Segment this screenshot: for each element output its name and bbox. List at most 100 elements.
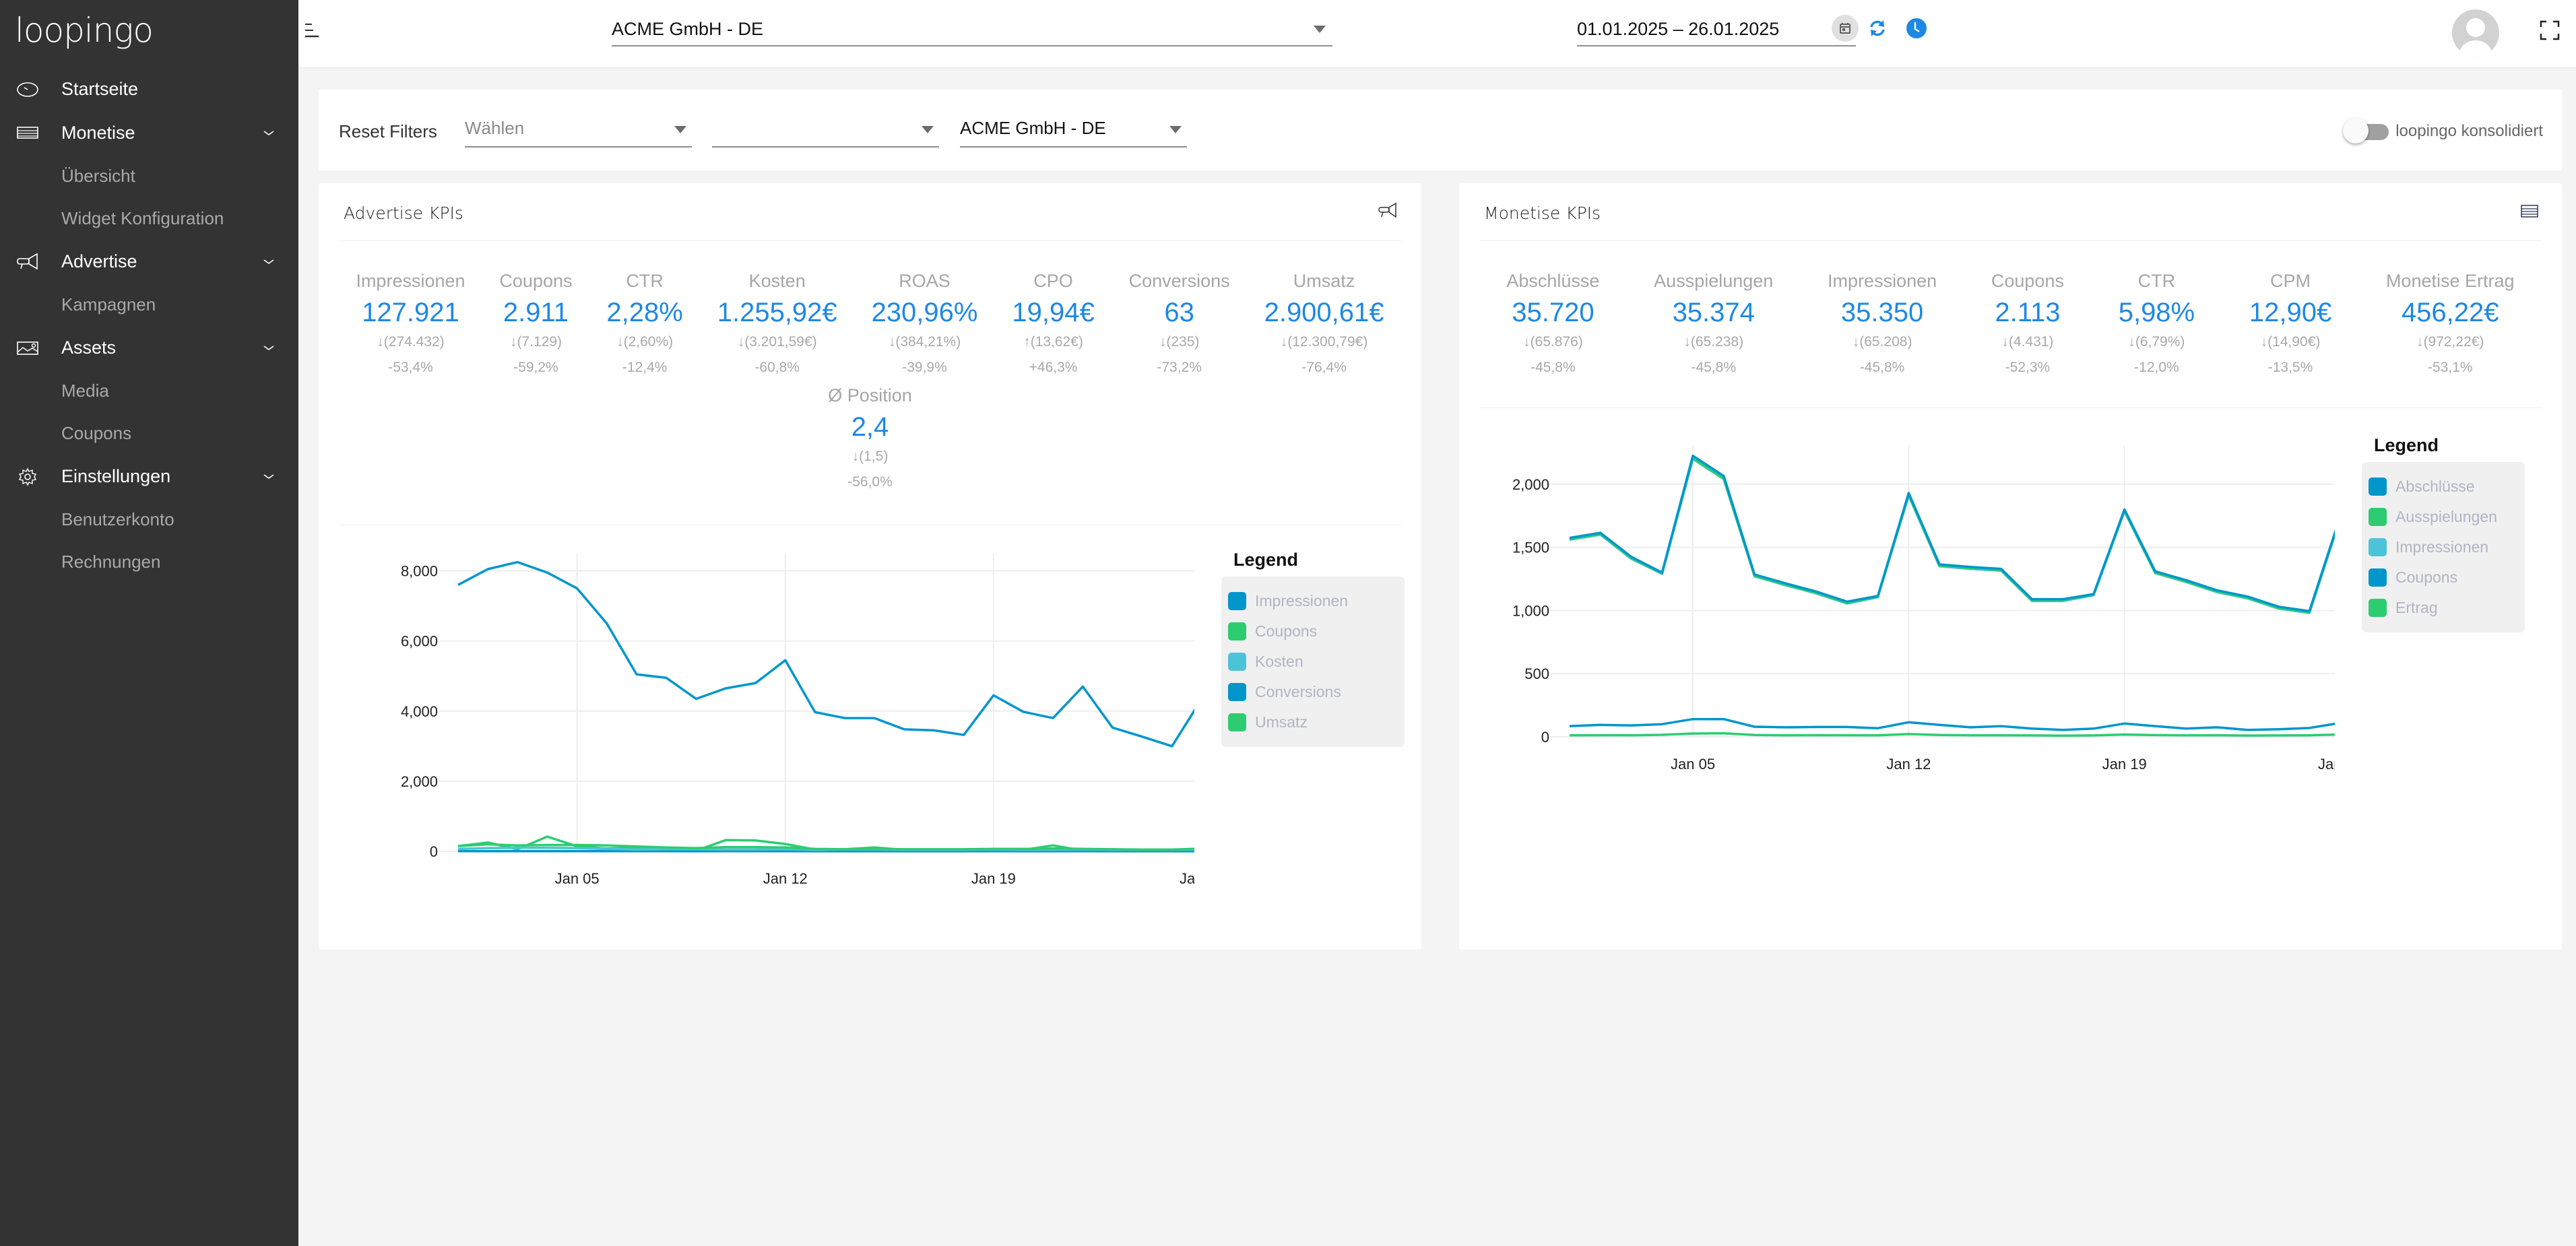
chevron-down-icon[interactable] [263,344,275,352]
legend-item[interactable]: Conversions [1228,677,1398,707]
topbar: ACME GmbH - DE 01.01.2025 – 26.01.2025 [298,0,2576,68]
account-select[interactable]: ACME GmbH - DE [612,16,1332,46]
kpi-item: Coupons 2.911 ↓(7.129) -59,2% [499,271,572,380]
kpi-value: 2.911 [503,298,569,327]
user-avatar[interactable] [2452,9,2499,57]
kpi-change-percent: -45,8% [1531,360,1576,375]
sidebar-item-einstellungen[interactable]: Einstellungen [0,455,298,498]
chevron-down-icon[interactable] [263,129,275,137]
filter-select-2[interactable] [712,114,939,147]
kpi-change-percent: -73,2% [1157,360,1202,375]
legend-item[interactable]: Impressionen [2369,532,2518,562]
arrow-down-icon: ↓ [1523,334,1531,350]
fullscreen-icon[interactable] [2538,19,2561,42]
dropdown-arrow-icon [1169,126,1182,133]
sidebar-item-label: Einstellungen [61,466,171,486]
kpi-previous: ↓(65.876) [1506,334,1599,360]
monetise-chart: 0 500 1,000 1,500 2,000 Jan 05 Jan 12 Jan 19 Jan… [1512,446,2335,773]
history-button[interactable] [1903,15,1930,42]
sidebar-subitem-rechnungen[interactable]: Rechnungen [0,541,298,583]
sidebar-item-advertise[interactable]: Advertise [0,240,298,284]
panel-separator [339,240,1401,241]
logo[interactable]: loopingo [0,0,298,65]
legend-item[interactable]: Coupons [1228,616,1398,647]
gear-icon [18,467,37,486]
sidebar-subitem-ubersicht[interactable]: Übersicht [0,155,298,197]
legend-swatch [2369,568,2387,587]
series-line-abschl-sse [1569,454,2335,613]
sidebar-subitem-media[interactable]: Media [0,370,298,412]
filter-select-1[interactable]: Wählen [465,114,692,147]
kpi-label: CTR [2137,271,2176,291]
kpi-item: CPM 12,90€ ↓(14,90€) -13,5% [2249,271,2331,380]
consolidated-toggle[interactable] [2343,118,2389,143]
y-tick-label: 1,500 [1512,539,1549,556]
series-line-coupons [1569,717,2335,731]
legend-item[interactable]: Abschlüsse [2369,471,2518,502]
kpi-avg-position: Ø Position 2,4 ↓(1,5) -56,0% [828,385,912,494]
series-line-ausspielungen [1569,457,2335,614]
reset-filters-button[interactable]: Reset Filters [339,121,437,142]
consolidated-toggle-wrap: loopingo konsolidiert [2343,118,2543,143]
chevron-down-icon[interactable] [263,258,275,266]
x-tick-label: Jan 26 [1180,870,1194,887]
sidebar-item-startseite[interactable]: Startseite [0,67,298,111]
clock-icon [1906,18,1927,38]
kpi-item: CTR 5,98% ↓(6,79%) -12,0% [2119,271,2195,380]
filter-select-3[interactable]: ACME GmbH - DE [960,114,1187,147]
menu-toggle-icon[interactable] [304,23,324,39]
legend-item[interactable]: Ertrag [2369,593,2518,623]
sidebar-subitem-widget-konfiguration[interactable]: Widget Konfiguration [0,197,298,240]
sidebar-subitem-coupons[interactable]: Coupons [0,412,298,455]
megaphone-icon [17,253,38,269]
x-tick-label: Jan 19 [2102,756,2147,773]
kpi-value: 2.900,61€ [1264,298,1384,327]
kpi-value: 456,22€ [2401,298,2499,327]
legend-swatch [2369,478,2387,496]
kpi-item: Umsatz 2.900,61€ ↓(12.300,79€) -76,4% [1264,271,1384,380]
kpi-previous: ↓(972,22€) [2386,334,2515,360]
arrow-down-icon: ↓ [737,334,745,350]
kpi-change-percent: -13,5% [2267,360,2313,375]
y-tick-label: 1,000 [1512,602,1549,619]
legend-item[interactable]: Umsatz [1228,707,1398,737]
kpi-value: 127.921 [362,298,459,327]
kpi-item: Impressionen 35.350 ↓(65.208) -45,8% [1828,271,1937,380]
sidebar-subitem-benutzerkonto[interactable]: Benutzerkonto [0,498,298,541]
sidebar-item-assets[interactable]: Assets [0,326,298,370]
chevron-down-icon[interactable] [263,473,275,481]
date-range-input[interactable]: 01.01.2025 – 26.01.2025 [1577,16,1856,46]
kpi-label: Coupons [1991,271,2064,291]
legend-item[interactable]: Kosten [1228,647,1398,677]
sidebar-subitem-kampagnen[interactable]: Kampagnen [0,284,298,326]
monetise-legend: Abschlüsse Ausspielungen Impressionen Coupo… [2362,462,2525,632]
arrow-down-icon: ↓ [851,449,860,464]
kpi-previous-value: (274.432) [383,334,445,350]
legend-label: Abschlüsse [2395,478,2475,495]
calendar-button[interactable] [1832,15,1859,42]
y-tick-label: 4,000 [401,703,438,720]
sidebar-item-label: Startseite [61,79,139,99]
kpi-label: Impressionen [356,271,465,291]
legend-label: Conversions [1255,683,1341,700]
kpi-change-percent: -39,9% [902,360,947,375]
sidebar-item-label: Assets [61,337,117,358]
kpi-label: CTR [626,271,664,291]
legend-item[interactable]: Ausspielungen [2369,502,2518,532]
kpi-value: 2,28% [606,298,683,327]
refresh-button[interactable] [1864,15,1891,42]
kpi-change-percent: -56,0% [847,474,893,490]
kpi-previous: ↓(3.201,59€) [717,334,837,360]
legend-label: Impressionen [2395,538,2489,556]
sidebar-item-monetise[interactable]: Monetise [0,111,298,155]
arrow-up-icon: ↑ [1023,334,1031,350]
kpi-change-percent: -53,1% [2427,360,2473,375]
kpi-previous: ↓(274.432) [356,334,465,360]
kpi-change-percent: -53,4% [388,360,433,375]
kpi-previous: ↓(65.208) [1828,334,1937,360]
y-tick-label: 8,000 [401,563,438,580]
legend-item[interactable]: Coupons [2369,562,2518,593]
kpi-value: 5,98% [2118,298,2195,327]
filter-bar: Reset Filters Wählen ACME GmbH - DE loop… [319,90,2562,170]
legend-item[interactable]: Impressionen [1228,586,1398,616]
